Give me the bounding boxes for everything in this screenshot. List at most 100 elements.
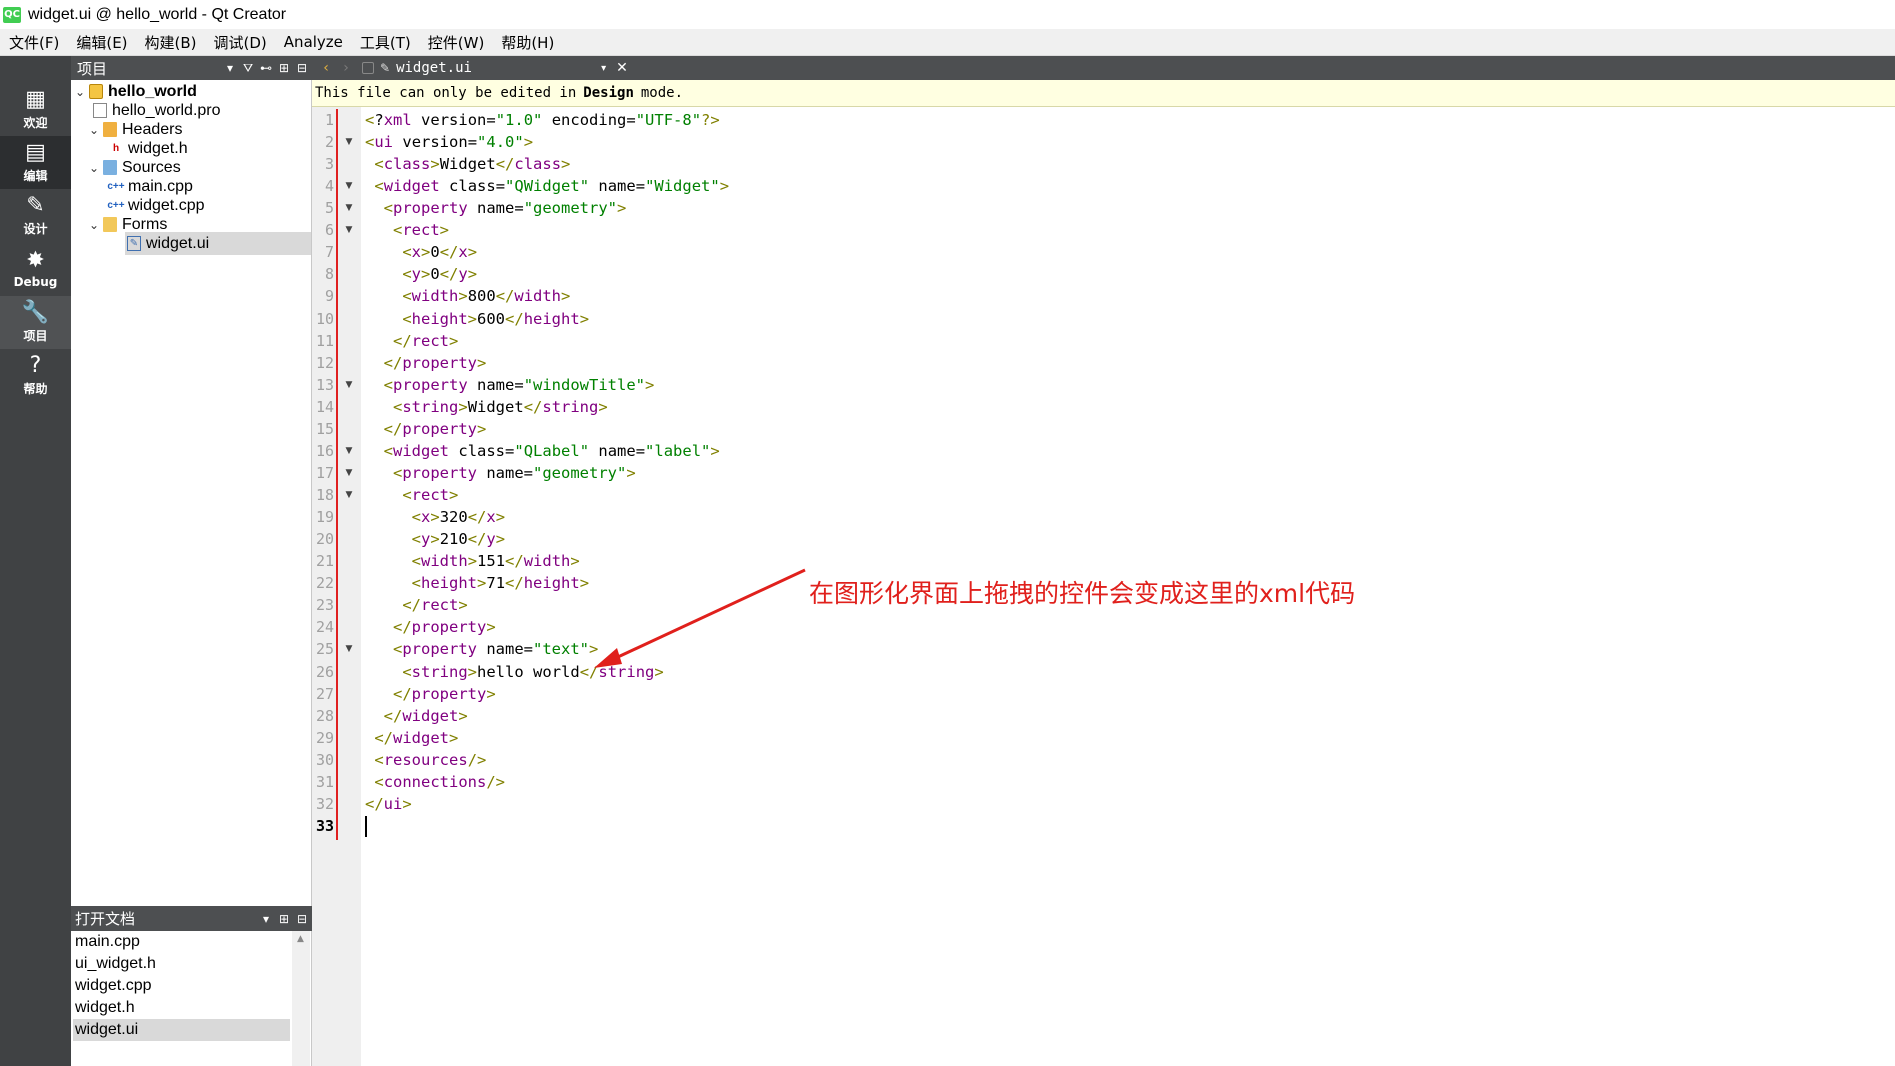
code-line: <?xml version="1.0" encoding="UTF-8"?>	[365, 111, 720, 129]
open-documents-scrollbar[interactable]: ▲	[292, 931, 310, 1066]
chevron-down-icon[interactable]: ⌄	[87, 161, 101, 175]
line-number: 32	[315, 794, 334, 813]
mode-help-label: 帮助	[23, 382, 48, 396]
code-line: <resources/>	[374, 750, 487, 769]
open-doc-item[interactable]: widget.cpp	[73, 975, 290, 997]
chevron-down-icon[interactable]: ⌄	[87, 123, 101, 137]
pane-dropdown-icon[interactable]: ▾	[258, 912, 274, 926]
line-number: 5	[324, 199, 334, 218]
code-line: </rect>	[402, 596, 468, 615]
pro-file-icon	[93, 103, 107, 118]
line-number: 30	[315, 750, 334, 769]
code-line: <width>800</width>	[402, 287, 571, 306]
project-icon	[89, 84, 103, 99]
line-number: 20	[315, 530, 334, 549]
pane-dropdown-icon[interactable]: ▾	[222, 61, 238, 75]
close-pane-icon[interactable]: ⊟	[294, 912, 310, 926]
tree-item-label: Sources	[122, 158, 181, 176]
menu-tools[interactable]: 工具(T)	[351, 32, 419, 53]
line-number: 15	[315, 419, 334, 438]
open-documents-title: 打开文档	[75, 910, 136, 928]
open-doc-item[interactable]: widget.ui	[73, 1019, 290, 1041]
code-line: </widget>	[374, 728, 459, 747]
design-mode-info-bar: This file can only be edited in Design m…	[312, 80, 1895, 107]
line-number: 22	[315, 574, 334, 593]
line-number: 10	[315, 309, 334, 328]
cpp-file-icon: c++	[107, 181, 125, 192]
menu-window[interactable]: 控件(W)	[419, 32, 493, 53]
code-line: </property>	[393, 684, 496, 703]
split-icon[interactable]: ⊞	[276, 61, 292, 75]
bug-icon: ✸	[26, 247, 45, 273]
back-icon[interactable]: ‹	[316, 60, 336, 76]
fold-marker-icon[interactable]: ▼	[344, 131, 354, 153]
filter-icon[interactable]: ⛛	[240, 61, 256, 76]
qt-creator-logo-icon: QC	[3, 6, 21, 23]
mode-debug[interactable]: ✸ Debug	[0, 242, 71, 295]
menu-debug[interactable]: 调试(D)	[205, 32, 275, 53]
mode-welcome[interactable]: ▦ 欢迎	[0, 83, 71, 136]
code-line: <widget class="QWidget" name="Widget">	[374, 177, 730, 196]
line-number: 19	[315, 508, 334, 527]
mode-help[interactable]: ? 帮助	[0, 349, 71, 402]
fold-marker-icon[interactable]: ▼	[344, 484, 354, 506]
code-line: <property name="geometry">	[383, 199, 627, 218]
project-tree: ⌄ hello_world hello_world.pro ⌄ Headers …	[71, 80, 312, 906]
menu-edit[interactable]: 编辑(E)	[67, 32, 135, 53]
split-icon[interactable]: ⊞	[276, 912, 292, 926]
open-documents-list: main.cpp ui_widget.h widget.cpp widget.h…	[71, 931, 312, 1066]
fold-marker-icon[interactable]: ▼	[344, 219, 354, 241]
fold-marker-icon[interactable]: ▼	[344, 175, 354, 197]
line-number: 29	[315, 728, 334, 747]
scroll-up-icon[interactable]: ▲	[297, 934, 304, 944]
close-icon[interactable]: ✕	[616, 60, 628, 76]
file-dropdown-icon[interactable]: ▾	[601, 63, 606, 74]
chevron-down-icon[interactable]: ⌄	[87, 218, 101, 232]
menu-build[interactable]: 构建(B)	[136, 32, 205, 53]
code-line: <y>0</y>	[402, 265, 478, 284]
tree-item-widget-ui[interactable]: ✎ widget.ui	[125, 232, 311, 255]
fold-marker-icon[interactable]: ▼	[344, 638, 354, 660]
chevron-down-icon[interactable]: ⌄	[73, 85, 87, 99]
menu-file[interactable]: 文件(F)	[0, 32, 67, 53]
header-file-icon: h	[112, 143, 120, 154]
window-title: widget.ui @ hello_world - Qt Creator	[28, 5, 287, 23]
code-line: </property>	[393, 618, 496, 637]
open-doc-item[interactable]: main.cpp	[73, 931, 290, 953]
tree-item-label: widget.cpp	[128, 196, 205, 214]
line-number: 33	[315, 816, 334, 835]
line-number: 2	[324, 133, 334, 152]
code-line: <property name="text">	[393, 640, 599, 659]
open-doc-item[interactable]: ui_widget.h	[73, 953, 290, 975]
mode-design[interactable]: ✎ 设计	[0, 189, 71, 242]
menu-analyze[interactable]: Analyze	[275, 33, 351, 51]
ui-file-icon: ✎	[380, 61, 391, 75]
help-icon: ?	[29, 353, 42, 378]
open-doc-item[interactable]: widget.h	[73, 997, 290, 1019]
code-line: <connections/>	[374, 772, 506, 791]
wrench-icon: 🔧	[21, 300, 50, 325]
close-pane-icon[interactable]: ⊟	[294, 61, 310, 75]
document-icon: ▤	[25, 140, 46, 165]
code-line: </rect>	[393, 331, 459, 350]
fold-marker-icon[interactable]: ▼	[344, 440, 354, 462]
fold-marker-icon[interactable]: ▼	[344, 462, 354, 484]
line-number: 17	[315, 463, 334, 482]
mode-edit-label: 编辑	[23, 169, 48, 183]
forward-icon[interactable]: ›	[336, 60, 356, 76]
link-icon[interactable]: ⊷	[258, 61, 274, 75]
menu-help[interactable]: 帮助(H)	[492, 32, 562, 53]
code-line: <string>Widget</string>	[393, 397, 608, 416]
line-number: 25	[315, 640, 334, 659]
line-number: 31	[315, 772, 334, 791]
line-number: 12	[315, 353, 334, 372]
forms-folder-icon	[103, 217, 117, 232]
mode-projects[interactable]: 🔧 项目	[0, 296, 71, 349]
mode-edit[interactable]: ▤ 编辑	[0, 136, 71, 189]
mode-debug-label: Debug	[13, 274, 58, 289]
editor-file-name[interactable]: widget.ui	[396, 60, 601, 76]
fold-marker-icon[interactable]: ▼	[344, 374, 354, 396]
menu-bar: 文件(F) 编辑(E) 构建(B) 调试(D) Analyze 工具(T) 控件…	[0, 29, 1895, 56]
mode-projects-label: 项目	[23, 329, 48, 343]
fold-marker-icon[interactable]: ▼	[344, 197, 354, 219]
